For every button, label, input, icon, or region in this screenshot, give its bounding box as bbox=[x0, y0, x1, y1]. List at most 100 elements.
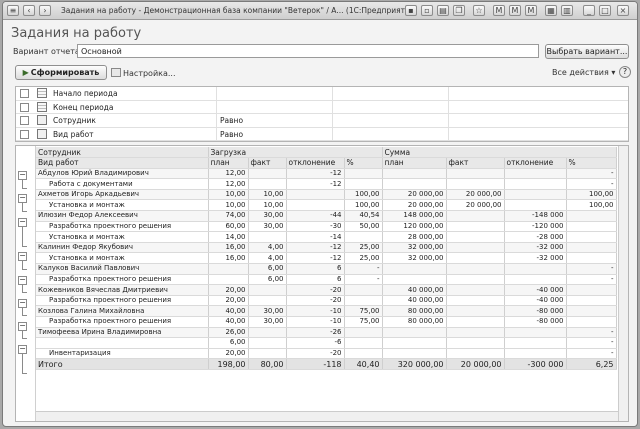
generate-button[interactable]: ▶ Сформировать bbox=[15, 65, 107, 80]
employee-row[interactable]: Ахметов Игорь Аркадьевич 10,00 10,00 100,00… bbox=[36, 189, 617, 201]
row-cell: 20 000,00 bbox=[382, 189, 447, 201]
work-type-row[interactable]: 6,00 -6 - bbox=[36, 337, 617, 349]
document-icon bbox=[37, 115, 47, 125]
all-actions-menu[interactable]: Все действия ▾ bbox=[552, 68, 615, 77]
select-variant-button[interactable]: Выбрать вариант... bbox=[545, 44, 629, 59]
collapse-group-icon[interactable]: − bbox=[18, 194, 27, 204]
copy-icon[interactable]: ❐ bbox=[453, 5, 465, 16]
work-type-row[interactable]: Установка и монтаж 14,00 -14 28 000,00 -28 0… bbox=[36, 231, 617, 243]
settings-row[interactable]: Начало периода bbox=[16, 87, 628, 101]
calendar-tool-icon[interactable]: ▥ bbox=[561, 5, 573, 16]
calculator-icon[interactable]: ▦ bbox=[545, 5, 557, 16]
work-type-row[interactable]: Разработка проектного решения 20,00 -20 40 … bbox=[36, 295, 617, 307]
work-type-row[interactable]: Установка и монтаж 10,00 10,00 100,00 20 000… bbox=[36, 199, 617, 212]
employee-row[interactable]: Козлова Галина Михайловна 40,00 30,00 -10 75… bbox=[36, 305, 617, 317]
variant-input[interactable]: Основной bbox=[77, 44, 539, 58]
collapse-group-icon[interactable]: − bbox=[18, 322, 27, 331]
row-cell: 16,00 bbox=[208, 242, 249, 254]
row-cell: 20,00 bbox=[208, 348, 249, 360]
settings-row[interactable]: Конец периода bbox=[16, 100, 628, 114]
vertical-scrollbar[interactable] bbox=[618, 146, 628, 421]
employee-row[interactable]: Калуков Василий Павлович 6,00 6- - bbox=[36, 263, 617, 275]
setting-checkbox[interactable] bbox=[20, 102, 29, 112]
row-name: Абдулов Юрий Владимирович bbox=[36, 168, 209, 180]
group-line-end bbox=[22, 373, 27, 375]
memory-minus-icon[interactable]: M bbox=[525, 5, 537, 16]
employee-row[interactable]: Абдулов Юрий Владимирович 12,00 -12 - bbox=[36, 168, 617, 180]
setting-checkbox[interactable] bbox=[20, 129, 29, 139]
row-cell: -32 000 bbox=[504, 242, 567, 254]
row-cell bbox=[382, 337, 447, 349]
toolbar: ▶ Сформировать Настройка... Все действия … bbox=[11, 64, 633, 82]
row-name: Установка и монтаж bbox=[36, 231, 209, 243]
employee-row[interactable]: Илюзин Федор Алексеевич 74,00 30,00 -44 40,5… bbox=[36, 210, 617, 222]
memory-icon[interactable]: M bbox=[493, 5, 505, 16]
collapse-group-icon[interactable]: − bbox=[18, 217, 27, 227]
employee-row[interactable]: Кожевников Вячеслав Дмитриевич 20,00 -20 40… bbox=[36, 284, 617, 296]
row-cell: 6,00 bbox=[208, 337, 249, 349]
row-cell bbox=[446, 263, 505, 275]
report-area[interactable]: − − − − − − − − Сотрудник Загрузка Сумма Вид работ… bbox=[15, 145, 629, 422]
row-cell bbox=[248, 231, 287, 243]
employee-row[interactable]: Тимофеева Ирина Владимировна 26,00 -26 - bbox=[36, 327, 617, 339]
memory-plus-icon[interactable]: M bbox=[509, 5, 521, 16]
settings-link[interactable]: Настройка... bbox=[111, 68, 176, 78]
chevron-down-icon: ▾ bbox=[611, 68, 616, 77]
row-cell: 40,00 bbox=[208, 316, 249, 328]
row-name: Калуков Василий Павлович bbox=[36, 263, 209, 275]
row-cell bbox=[248, 295, 287, 307]
save-icon[interactable]: ▪ bbox=[405, 5, 417, 16]
setting-checkbox[interactable] bbox=[20, 89, 29, 98]
work-type-row[interactable]: Работа с документами 12,00 -12 - bbox=[36, 178, 617, 190]
work-type-row[interactable]: Разработка проектного решения 40,00 30,00-… bbox=[36, 316, 617, 328]
row-cell: - bbox=[566, 263, 617, 275]
work-type-row[interactable]: Инвентаризация 20,00 -20 - bbox=[36, 348, 617, 360]
generate-button-label: Сформировать bbox=[30, 68, 100, 77]
row-name: Инвентаризация bbox=[36, 348, 209, 360]
collapse-group-icon[interactable]: − bbox=[18, 275, 27, 285]
settings-row[interactable]: Вид работ Равно bbox=[16, 127, 628, 141]
setting-checkbox[interactable] bbox=[20, 116, 29, 125]
minimize-icon[interactable]: _ bbox=[583, 5, 595, 16]
row-cell bbox=[446, 337, 505, 349]
row-cell bbox=[248, 337, 287, 349]
row-cell: -44 bbox=[286, 210, 345, 222]
app-menu-icon[interactable]: ≡ bbox=[7, 5, 19, 16]
column-header: % bbox=[566, 157, 617, 169]
row-cell: -40 000 bbox=[504, 295, 567, 307]
maximize-icon[interactable]: □ bbox=[599, 5, 611, 16]
settings-row[interactable]: Сотрудник Равно bbox=[16, 114, 628, 128]
work-type-row[interactable]: Установка и монтаж 16,00 4,00 -12 25,00 32 00… bbox=[36, 252, 617, 265]
total-label: Итого bbox=[36, 358, 209, 370]
setting-label: Начало периода bbox=[53, 89, 118, 98]
back-icon[interactable]: ‹ bbox=[23, 5, 35, 16]
star-icon[interactable]: ☆ bbox=[473, 5, 485, 16]
collapse-group-icon[interactable]: − bbox=[18, 345, 27, 355]
group-line bbox=[22, 307, 23, 316]
row-cell: 50,00 bbox=[344, 221, 383, 233]
row-name bbox=[36, 337, 209, 349]
print-icon[interactable]: ▫ bbox=[421, 5, 433, 16]
row-cell: 120 000,00 bbox=[382, 221, 447, 233]
collapse-group-icon[interactable]: − bbox=[18, 171, 27, 181]
collapse-group-icon[interactable]: − bbox=[18, 298, 27, 308]
horizontal-scrollbar[interactable] bbox=[36, 411, 618, 421]
row-cell bbox=[248, 284, 287, 296]
work-type-row[interactable]: Разработка проектного решения 60,00 30,00-… bbox=[36, 221, 617, 233]
row-cell: 32 000,00 bbox=[382, 252, 447, 265]
row-cell bbox=[446, 252, 505, 265]
row-cell bbox=[566, 231, 617, 243]
setting-label: Конец периода bbox=[53, 102, 114, 112]
row-name: Установка и монтаж bbox=[36, 252, 209, 265]
work-type-row[interactable]: Разработка проектного решения 6,00 6- - bbox=[36, 274, 617, 286]
close-icon[interactable]: × bbox=[617, 5, 629, 16]
forward-icon[interactable]: › bbox=[39, 5, 51, 16]
window-title: Задания на работу - Демонстрационная баз… bbox=[61, 6, 418, 15]
row-cell: -28 000 bbox=[504, 231, 567, 243]
employee-row[interactable]: Калинин Федор Якубович 16,00 4,00 -12 25,00 3… bbox=[36, 242, 617, 254]
row-cell bbox=[504, 274, 567, 286]
collapse-group-icon[interactable]: − bbox=[18, 252, 27, 262]
help-icon[interactable]: ? bbox=[619, 66, 631, 78]
preview-icon[interactable]: ▤ bbox=[437, 5, 449, 16]
row-name: Илюзин Федор Алексеевич bbox=[36, 210, 209, 222]
